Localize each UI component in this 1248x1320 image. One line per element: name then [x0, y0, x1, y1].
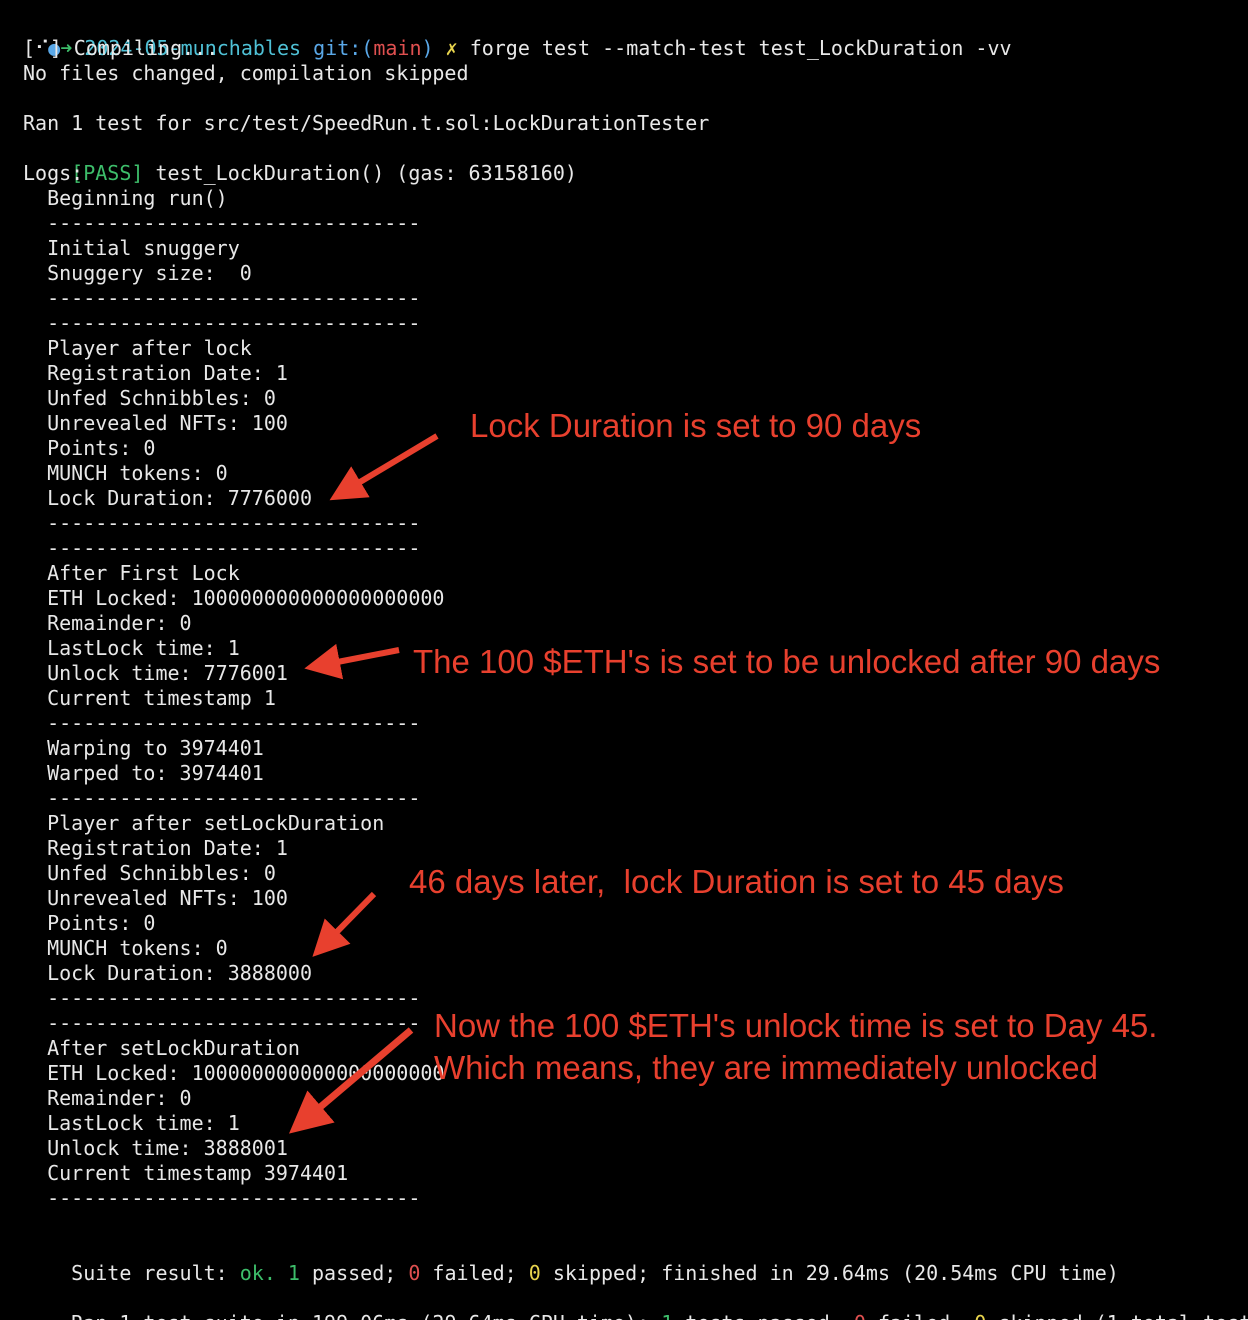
terminal-window[interactable]: ●➜ 2024-05-munchables git:(main) ✗ forge…	[0, 0, 1248, 1320]
arrow-2-icon	[304, 643, 400, 680]
annotation-arrows	[288, 433, 439, 1134]
arrow-3-icon	[312, 891, 377, 957]
arrow-4-icon	[288, 1027, 414, 1134]
arrow-1-icon	[329, 433, 439, 501]
